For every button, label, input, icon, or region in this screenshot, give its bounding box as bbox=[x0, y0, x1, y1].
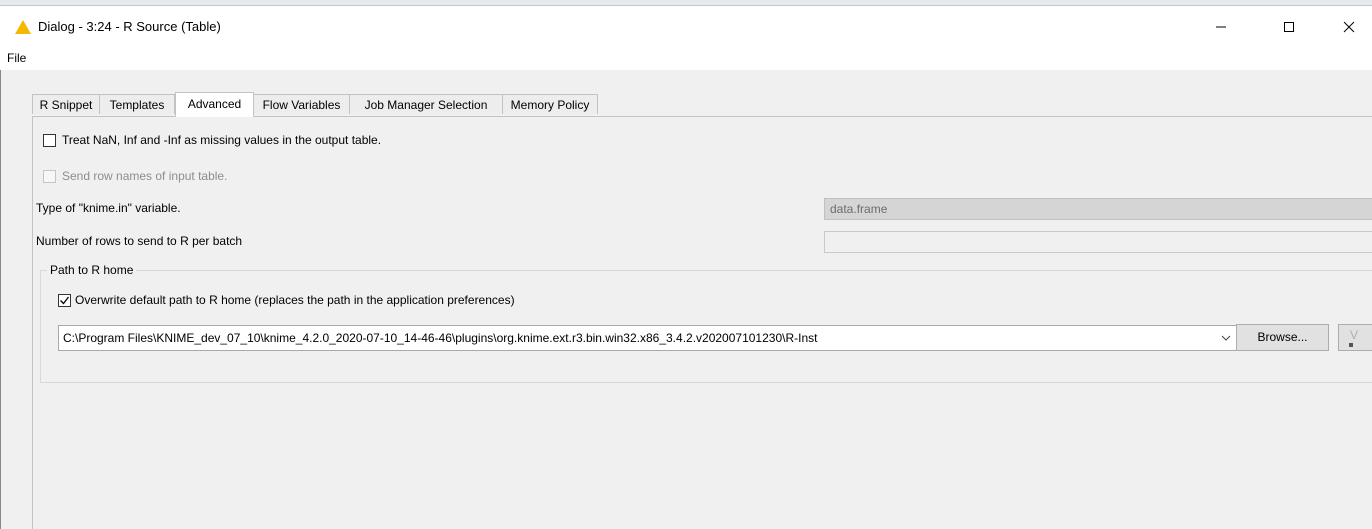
window-border bbox=[0, 70, 1, 529]
minimize-icon bbox=[1216, 26, 1226, 28]
browse-button[interactable]: Browse... bbox=[1236, 324, 1329, 351]
r-home-group-title: Path to R home bbox=[47, 263, 137, 277]
dialog-body: R Snippet Templates Advanced Flow Variab… bbox=[0, 70, 1372, 529]
tab-advanced[interactable]: Advanced bbox=[175, 92, 254, 117]
close-button[interactable] bbox=[1326, 6, 1372, 48]
tab-r-snippet[interactable]: R Snippet bbox=[32, 94, 100, 114]
title-bar[interactable]: Dialog - 3:24 - R Source (Table) bbox=[0, 6, 1372, 48]
maximize-icon bbox=[1284, 22, 1294, 32]
r-home-path-combo[interactable]: C:\Program Files\KNIME_dev_07_10\knime_4… bbox=[58, 325, 1238, 351]
svg-text:V: V bbox=[1350, 328, 1358, 342]
warning-icon bbox=[15, 20, 31, 34]
overwrite-r-home-checkbox[interactable] bbox=[58, 294, 71, 307]
tab-flow-variables[interactable]: Flow Variables bbox=[253, 94, 350, 114]
flow-variable-icon: V bbox=[1349, 328, 1358, 347]
checkmark-icon bbox=[60, 296, 70, 305]
overwrite-r-home-label: Overwrite default path to R home (replac… bbox=[75, 293, 515, 307]
minimize-button[interactable] bbox=[1198, 6, 1244, 48]
rows-per-batch-field[interactable] bbox=[824, 231, 1372, 253]
knime-in-type-field[interactable]: data.frame bbox=[824, 198, 1372, 220]
send-row-names-label: Send row names of input table. bbox=[62, 169, 228, 183]
window-title: Dialog - 3:24 - R Source (Table) bbox=[38, 19, 221, 34]
maximize-button[interactable] bbox=[1266, 6, 1312, 48]
treat-nan-label: Treat NaN, Inf and -Inf as missing value… bbox=[62, 133, 382, 147]
tab-memory-policy[interactable]: Memory Policy bbox=[502, 94, 598, 114]
knime-in-type-label: Type of "knime.in" variable. bbox=[36, 201, 181, 215]
menu-bar: File bbox=[0, 48, 1372, 70]
rows-per-batch-label: Number of rows to send to R per batch bbox=[36, 234, 243, 248]
flow-variable-button[interactable]: V bbox=[1338, 324, 1372, 351]
close-icon bbox=[1343, 21, 1355, 33]
chevron-down-icon[interactable] bbox=[1221, 334, 1231, 342]
menu-file[interactable]: File bbox=[7, 51, 26, 65]
tab-templates[interactable]: Templates bbox=[99, 94, 175, 114]
r-home-group: Path to R home Overwrite default path to… bbox=[40, 263, 1372, 383]
treat-nan-checkbox[interactable] bbox=[43, 134, 56, 147]
tab-job-manager-selection[interactable]: Job Manager Selection bbox=[349, 94, 503, 114]
r-home-path-value: C:\Program Files\KNIME_dev_07_10\knime_4… bbox=[63, 331, 818, 345]
advanced-panel: Treat NaN, Inf and -Inf as missing value… bbox=[32, 116, 1372, 529]
send-row-names-checkbox[interactable] bbox=[43, 170, 56, 183]
